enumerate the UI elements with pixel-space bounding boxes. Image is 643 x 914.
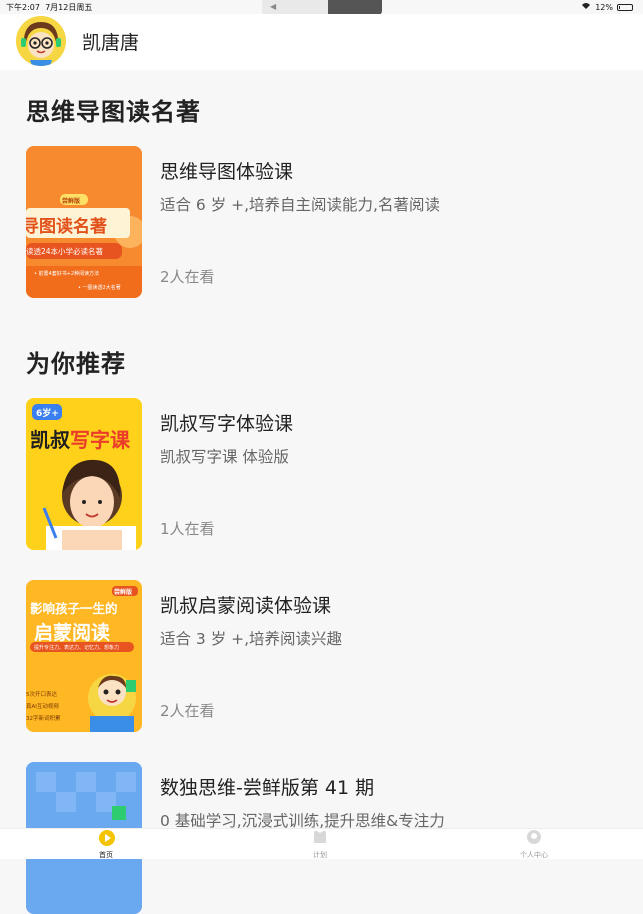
thumb-badge: 6岁+ bbox=[36, 409, 59, 419]
course-thumbnail[interactable]: 6岁+ 凯叔写字课 bbox=[26, 398, 142, 550]
header: 凯唐唐 bbox=[0, 14, 643, 70]
section-title-mindmap: 思维导图读名著 bbox=[26, 98, 201, 126]
tab-label: 个人中心 bbox=[520, 851, 548, 859]
home-icon bbox=[98, 829, 115, 846]
username: 凯唐唐 bbox=[82, 32, 140, 54]
thumb-headline: 导图读名著 bbox=[26, 217, 107, 237]
course-card-writing[interactable]: 6岁+ 凯叔写字课 凯叔写字体验课 凯叔写字课 体验版 1人在看 bbox=[26, 398, 626, 550]
profile-icon bbox=[526, 829, 542, 845]
course-title: 凯叔启蒙阅读体验课 bbox=[160, 595, 332, 617]
volume-level-bar bbox=[328, 0, 382, 15]
battery-percent: 12% bbox=[595, 2, 613, 12]
tab-home[interactable]: 首页 bbox=[66, 829, 146, 859]
tab-label: 计划 bbox=[313, 851, 327, 859]
course-thumbnail[interactable]: 尝鲜版 导图读名著 读透24本小学必读名著 • 前置4套好书+2种阅读方法 • … bbox=[26, 146, 142, 298]
thumb-subline: 读透24本小学必读名著 bbox=[26, 247, 104, 256]
watching-count: 2人在看 bbox=[160, 268, 215, 286]
thumb-headline: 影响孩子一生的 bbox=[30, 601, 118, 616]
thumb-bullet-2: • 一图读透2大名著 bbox=[78, 285, 121, 291]
course-description: 凯叔写字课 体验版 bbox=[160, 448, 289, 466]
thumb-subline: 启蒙阅读 bbox=[34, 622, 111, 644]
tab-label: 首页 bbox=[99, 851, 113, 859]
tab-plan[interactable]: 计划 bbox=[280, 829, 360, 859]
thumb-bullet-1: 5次开口表达 bbox=[26, 692, 57, 698]
course-card-reading[interactable]: 尝鲜版 影响孩子一生的 启蒙阅读 提升专注力、表达力、记忆力、想象力 5次开口表… bbox=[26, 580, 626, 732]
wifi-icon bbox=[581, 2, 591, 12]
thumb-bullet-1: • 前置4套好书+2种阅读方法 bbox=[34, 271, 100, 277]
section-title-recommend: 为你推荐 bbox=[26, 350, 126, 378]
course-thumbnail[interactable]: 尝鲜版 影响孩子一生的 启蒙阅读 提升专注力、表达力、记忆力、想象力 5次开口表… bbox=[26, 580, 142, 732]
battery-icon bbox=[617, 3, 633, 11]
thumb-headline-brand: 凯叔 bbox=[30, 428, 70, 452]
course-description: 适合 6 岁 +,培养自主阅读能力,名著阅读 bbox=[160, 196, 440, 214]
thumb-bullet-2: 真AI互动视频 bbox=[26, 704, 59, 710]
status-date: 7月12日周五 bbox=[45, 3, 93, 12]
course-title: 数独思维-尝鲜版第 41 期 bbox=[160, 777, 375, 799]
watching-count: 2人在看 bbox=[160, 702, 215, 720]
course-description: 适合 3 岁 +,培养阅读兴趣 bbox=[160, 630, 343, 648]
watching-count: 1人在看 bbox=[160, 520, 215, 538]
plan-icon bbox=[312, 829, 328, 845]
course-card-mindmap[interactable]: 尝鲜版 导图读名著 读透24本小学必读名著 • 前置4套好书+2种阅读方法 • … bbox=[26, 146, 626, 298]
avatar[interactable] bbox=[16, 16, 66, 66]
thumb-bullet-3: 32字新词积累 bbox=[26, 716, 61, 722]
tab-profile[interactable]: 个人中心 bbox=[494, 829, 574, 859]
course-title: 凯叔写字体验课 bbox=[160, 413, 294, 435]
thumb-headline-course: 写字课 bbox=[70, 428, 130, 452]
volume-hud: ◀ bbox=[262, 0, 382, 15]
speaker-icon: ◀ bbox=[270, 2, 277, 11]
thumb-badge: 尝鲜版 bbox=[62, 198, 81, 205]
tab-bar: 首页 计划 个人中心 bbox=[0, 828, 643, 859]
course-title: 思维导图体验课 bbox=[160, 161, 294, 183]
status-time: 下午2:07 bbox=[6, 3, 40, 12]
thumb-badge: 尝鲜版 bbox=[114, 589, 133, 596]
thumb-tagline: 提升专注力、表达力、记忆力、想象力 bbox=[34, 645, 120, 651]
